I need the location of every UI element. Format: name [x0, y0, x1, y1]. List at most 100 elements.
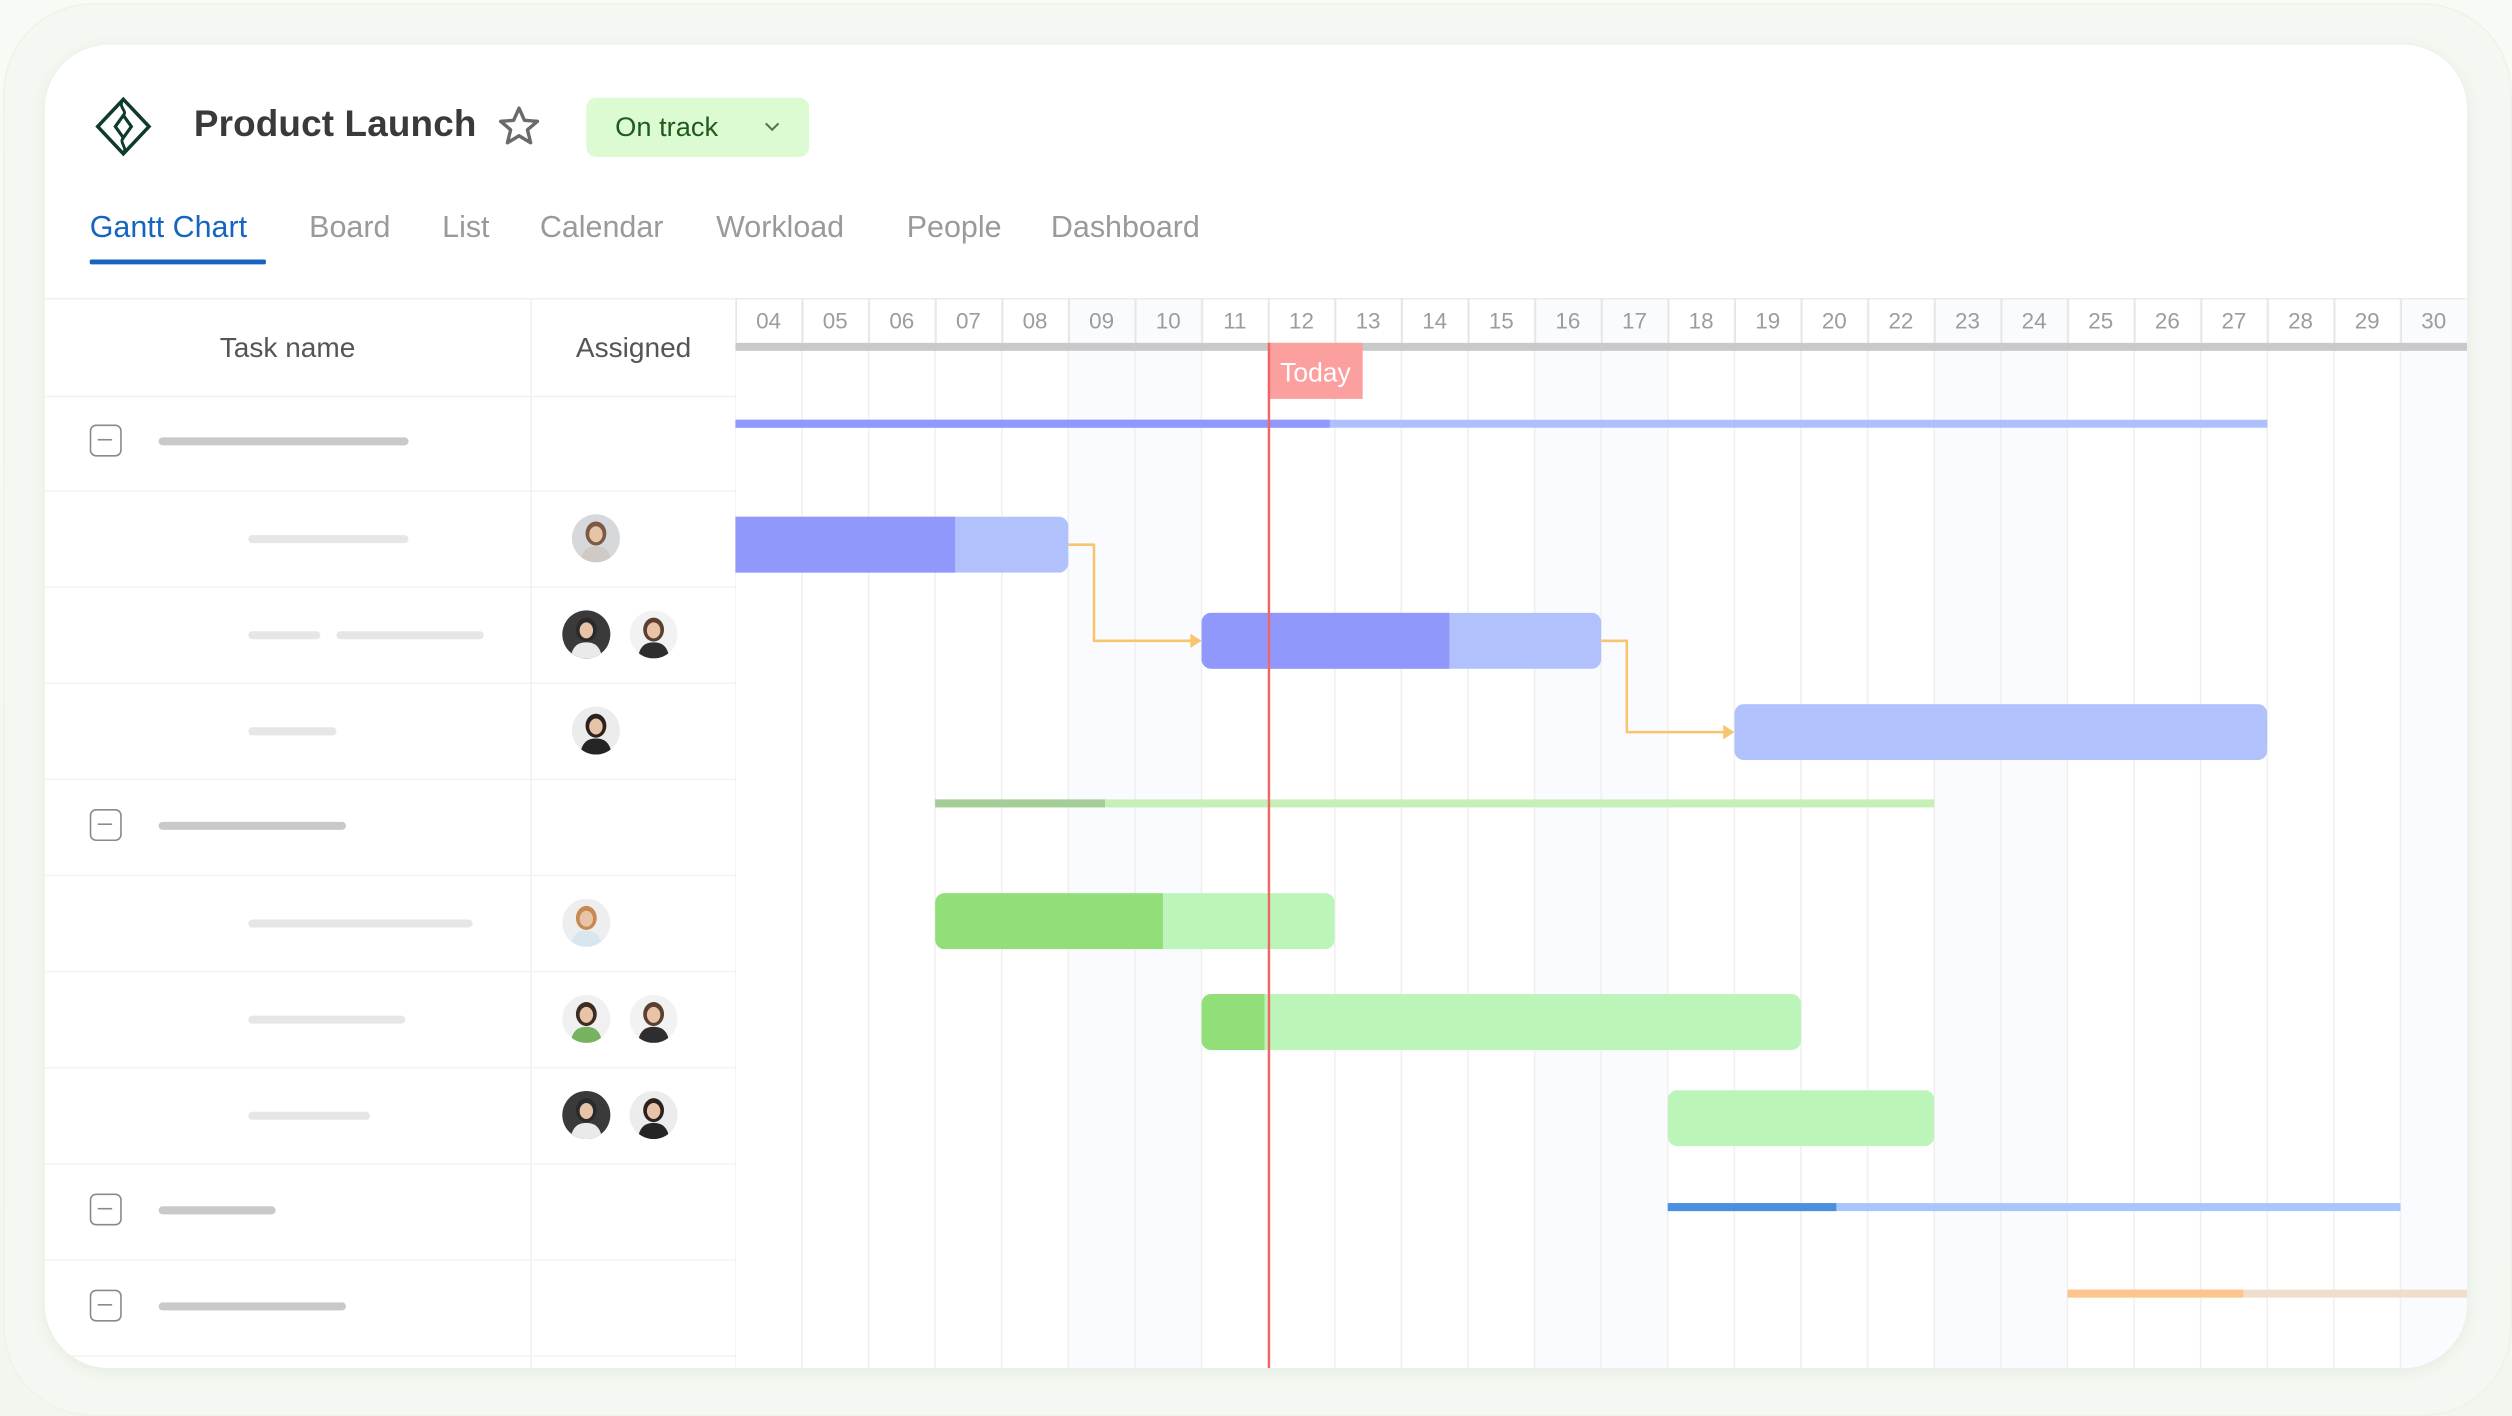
assignee-avatar[interactable] — [562, 898, 611, 947]
tab-people[interactable]: People — [907, 211, 1002, 246]
favorite-star-icon[interactable] — [495, 103, 543, 151]
status-dropdown[interactable]: On track — [586, 97, 810, 157]
column-header-task-name[interactable]: Task name — [45, 332, 530, 366]
day-label[interactable]: 16 — [1555, 308, 1580, 333]
day-column — [1334, 297, 1402, 1369]
collapse-section-icon[interactable] — [89, 809, 122, 842]
day-label[interactable]: 18 — [1689, 308, 1714, 333]
task-bar-progress — [1201, 994, 1265, 1051]
project-title: Product Launch — [193, 102, 477, 145]
task-row[interactable] — [44, 682, 736, 781]
day-label[interactable]: 17 — [1622, 308, 1647, 333]
day-column — [1467, 297, 1535, 1369]
collapse-section-icon[interactable] — [89, 1289, 122, 1322]
task-row[interactable] — [44, 875, 736, 973]
day-label[interactable]: 13 — [1356, 308, 1381, 333]
person-icon — [570, 617, 603, 659]
active-tab-indicator — [89, 259, 266, 265]
person-icon — [570, 1098, 603, 1140]
day-column — [1401, 297, 1468, 1369]
assignee-avatar[interactable] — [629, 994, 678, 1043]
assignee-avatar[interactable] — [629, 1090, 678, 1140]
day-label[interactable]: 06 — [889, 308, 914, 333]
day-column — [1001, 297, 1069, 1369]
person-icon — [570, 1002, 603, 1043]
tab-list[interactable]: List — [442, 211, 489, 246]
day-label[interactable]: 30 — [2421, 308, 2446, 333]
day-label[interactable]: 28 — [2288, 308, 2313, 333]
task-bar-remaining — [1734, 704, 2268, 761]
day-column — [1268, 297, 1335, 1369]
task-row[interactable] — [44, 971, 736, 1069]
gantt-timeline: 04 05 06 07 08 09 10 11 12 13 14 15 16 17 18 19 20 22 23 24… — [735, 297, 2468, 1369]
assignee-avatar[interactable] — [571, 514, 620, 563]
task-bar[interactable] — [1667, 1090, 1935, 1147]
day-label[interactable]: 19 — [1755, 308, 1780, 333]
day-column — [735, 297, 802, 1369]
day-label[interactable]: 23 — [1955, 308, 1980, 333]
task-name-placeholder — [248, 1015, 406, 1024]
timeline-scrollbar[interactable] — [735, 342, 2468, 351]
day-label[interactable]: 29 — [2355, 308, 2380, 333]
task-row[interactable] — [44, 586, 736, 685]
person-icon — [580, 521, 612, 563]
section-row[interactable] — [44, 1259, 736, 1357]
assignee-avatar[interactable] — [562, 610, 611, 659]
day-label[interactable]: 22 — [1888, 308, 1913, 333]
day-label[interactable]: 10 — [1156, 308, 1181, 333]
day-label[interactable]: 07 — [956, 308, 981, 333]
day-label[interactable]: 11 — [1223, 308, 1246, 333]
assignee-avatar[interactable] — [629, 610, 678, 659]
tab-calendar[interactable]: Calendar — [540, 211, 664, 246]
task-name-placeholder — [248, 631, 321, 640]
day-label[interactable]: 27 — [2221, 308, 2246, 333]
task-name-placeholder — [158, 1302, 347, 1311]
task-row[interactable] — [44, 490, 736, 588]
task-bar[interactable] — [1201, 994, 1802, 1051]
assignee-avatar[interactable] — [562, 994, 611, 1043]
section-row[interactable] — [44, 1163, 736, 1261]
day-label[interactable]: 15 — [1489, 308, 1514, 333]
weekend-column — [1534, 297, 1602, 1369]
project-card: Product Launch On track Gantt Chart Boar… — [44, 44, 2468, 1369]
task-name-placeholder — [248, 919, 473, 928]
tab-workload[interactable]: Workload — [716, 211, 844, 246]
task-name-placeholder — [248, 1111, 371, 1120]
task-bar[interactable] — [1201, 612, 1602, 669]
day-label[interactable]: 05 — [823, 308, 848, 333]
tab-gantt-chart[interactable]: Gantt Chart — [89, 211, 266, 265]
day-label[interactable]: 26 — [2155, 308, 2180, 333]
day-label[interactable]: 12 — [1289, 308, 1314, 333]
task-row[interactable] — [44, 1067, 736, 1165]
task-bar[interactable] — [935, 893, 1335, 950]
day-label[interactable]: 08 — [1023, 308, 1048, 333]
task-name-placeholder — [158, 1206, 276, 1215]
day-label[interactable]: 14 — [1422, 308, 1447, 333]
tab-board[interactable]: Board — [309, 211, 390, 246]
section-row[interactable] — [44, 394, 736, 492]
day-label[interactable]: 20 — [1822, 308, 1847, 333]
task-table-header: Task name Assigned — [44, 297, 736, 398]
screen: Product Launch On track Gantt Chart Boar… — [0, 0, 2512, 1416]
section-row[interactable] — [44, 779, 736, 877]
project-logo-icon — [95, 96, 152, 157]
collapse-section-icon[interactable] — [89, 424, 122, 457]
day-label[interactable]: 04 — [756, 308, 781, 333]
task-bar-progress — [735, 516, 956, 573]
day-column — [935, 297, 1002, 1369]
day-label[interactable]: 25 — [2088, 308, 2113, 333]
collapse-section-icon[interactable] — [89, 1193, 122, 1226]
section-bar-progress — [935, 799, 1105, 808]
weekend-column — [1134, 297, 1202, 1369]
tab-dashboard[interactable]: Dashboard — [1051, 211, 1200, 246]
day-label[interactable]: 09 — [1089, 308, 1114, 333]
weekend-column — [1601, 297, 1668, 1369]
column-header-assigned[interactable]: Assigned — [532, 332, 735, 366]
day-label[interactable]: 24 — [2022, 308, 2047, 333]
assignee-avatar[interactable] — [562, 1090, 611, 1140]
assignee-avatar[interactable] — [571, 706, 620, 755]
task-bar[interactable] — [1734, 704, 2268, 761]
tab-label: Gantt Chart — [89, 211, 248, 246]
task-bar-progress — [935, 893, 1163, 950]
task-bar[interactable] — [735, 516, 1069, 573]
